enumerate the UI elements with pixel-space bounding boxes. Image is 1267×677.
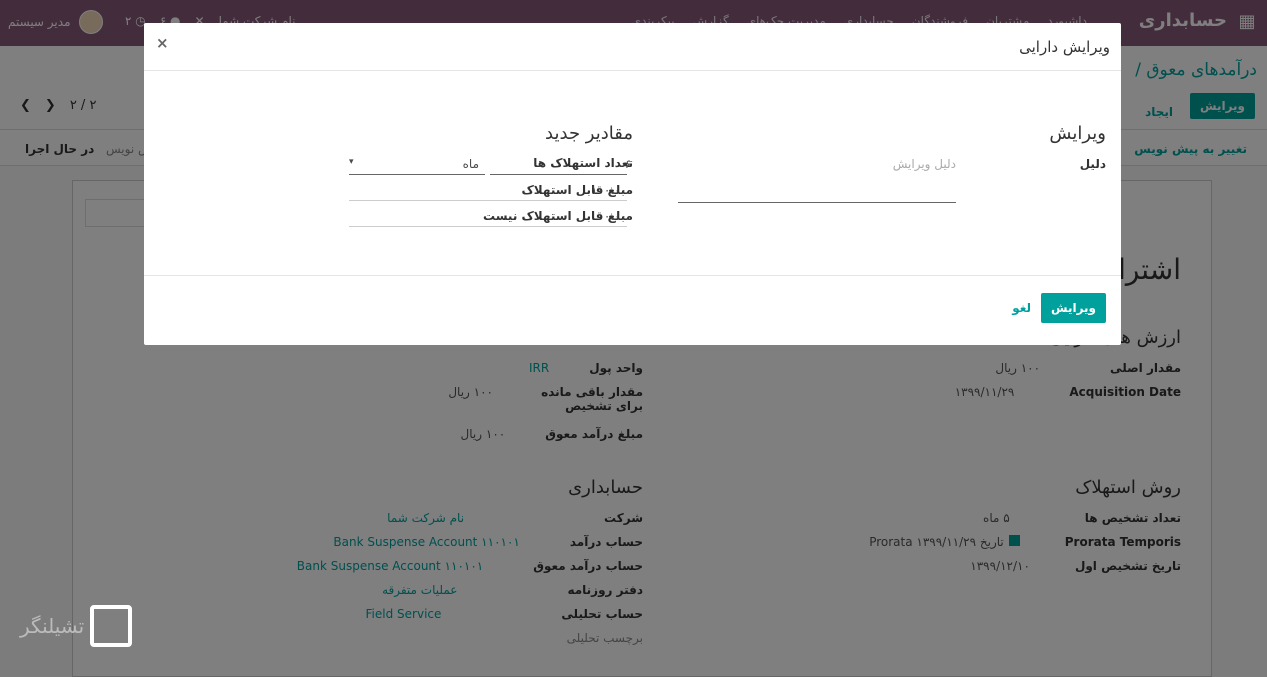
modify-asset-dialog: ویرایش دارایی × ویرایش دلیل دلیل ویرایش … (144, 23, 1121, 345)
non-depreciable-input[interactable]: ۰.۰۰ (349, 207, 627, 227)
count-value: ۶ (625, 157, 632, 171)
reason-placeholder: دلیل ویرایش (892, 157, 956, 171)
dialog-title: ویرایش دارایی (1019, 38, 1110, 56)
dialog-body: ویرایش دلیل دلیل ویرایش مقادیر جدید تعدا… (144, 71, 1121, 276)
chevron-down-icon: ▾ (349, 157, 354, 167)
watermark: تشیلنگر (20, 605, 133, 647)
section-new-values: مقادیر جدید (545, 123, 633, 144)
save-button[interactable]: ویرایش (1040, 293, 1106, 323)
reason-input[interactable]: دلیل ویرایش (678, 155, 956, 203)
count-input[interactable]: ۶ (490, 155, 631, 175)
dialog-header: ویرایش دارایی × (144, 23, 1121, 71)
reason-label: دلیل (1079, 157, 1106, 171)
section-modify: ویرایش (1049, 123, 1106, 144)
depreciable-value: ۱۰۰.۰۰ (590, 183, 627, 197)
cancel-button[interactable]: لغو (1012, 301, 1031, 315)
close-icon[interactable]: × (156, 34, 169, 52)
period-value: ماه (462, 157, 479, 171)
depreciable-input[interactable]: ۱۰۰.۰۰ (349, 181, 627, 201)
period-select[interactable]: ماه ▾ (349, 155, 485, 175)
non-depreciable-value: ۰.۰۰ (603, 209, 627, 223)
watermark-logo-icon (90, 605, 133, 647)
watermark-text: تشیلنگر (20, 614, 85, 638)
